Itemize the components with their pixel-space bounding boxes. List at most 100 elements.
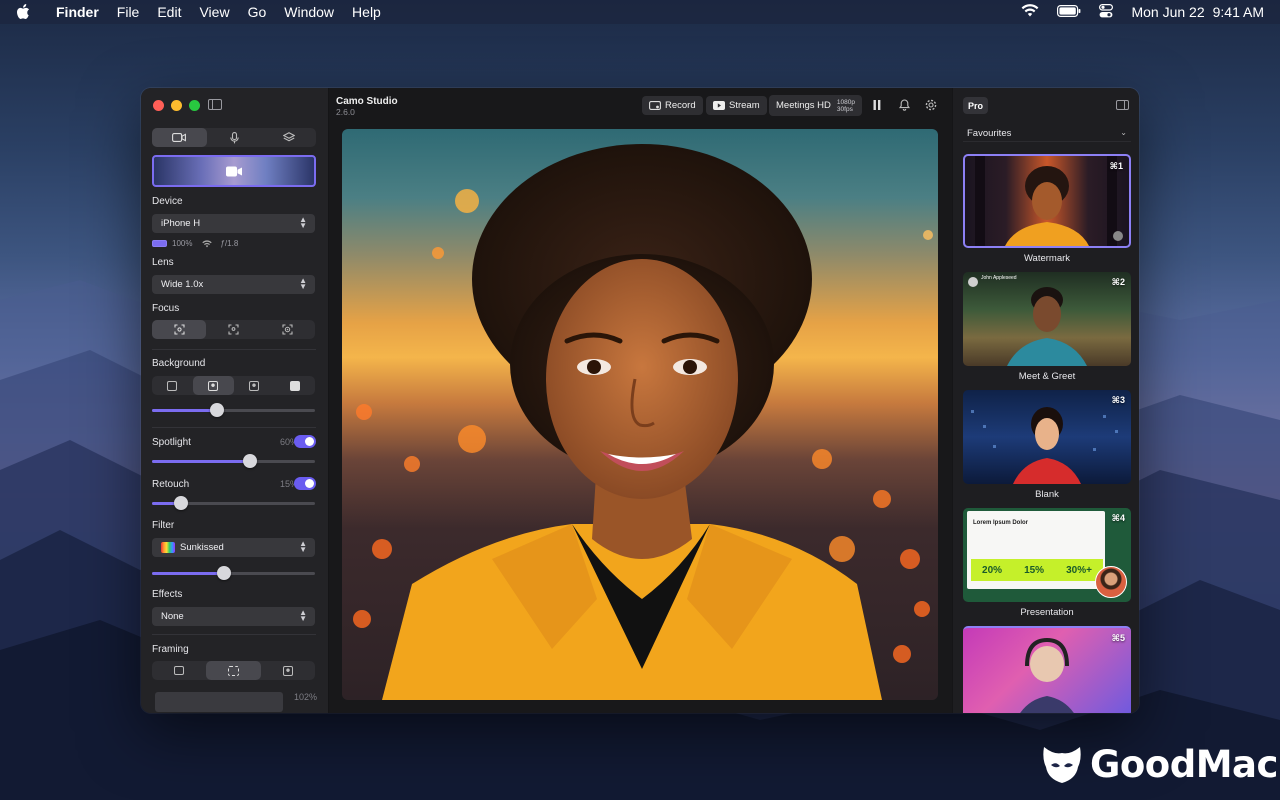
camera-preview-thumb[interactable]: [152, 155, 316, 187]
layers-icon: [282, 132, 295, 142]
bell-icon[interactable]: [897, 98, 911, 112]
meetings-label: Meetings HD: [776, 100, 831, 111]
focus-face-button[interactable]: [206, 320, 260, 339]
minimize-button[interactable]: [171, 100, 182, 111]
format-info: 1080p 30fps: [837, 99, 855, 113]
spotlight-toggle[interactable]: [294, 435, 316, 448]
framing-label: Framing: [152, 644, 189, 655]
menu-edit[interactable]: Edit: [157, 4, 181, 20]
scene-name: Watermark: [1023, 253, 1071, 264]
microphone-icon: [229, 131, 239, 143]
menu-go[interactable]: Go: [248, 4, 267, 20]
apple-icon[interactable]: [16, 4, 34, 20]
scene-card-5[interactable]: ⌘5: [963, 626, 1131, 713]
updown-chevron-icon: ▲ ▼: [299, 608, 307, 623]
menu-help[interactable]: Help: [352, 4, 381, 20]
meetings-preset-button[interactable]: Meetings HD 1080p 30fps: [769, 95, 862, 116]
presenter-avatar: [1095, 566, 1127, 598]
scene-card-meet-greet[interactable]: John Appleseed ⌘2 Meet & Greet: [963, 272, 1131, 382]
scene-thumbnail: ⌘1: [963, 154, 1131, 248]
wifi-icon[interactable]: [1021, 4, 1039, 20]
filter-intensity-slider[interactable]: [152, 566, 315, 580]
background-hide-button[interactable]: [274, 376, 315, 395]
slide-stat-1: 20%: [982, 564, 1003, 576]
scenes-panel: Pro Favourites ⌄ ⌘1 Watermark John Apple…: [952, 88, 1139, 713]
zoom-pct: 102%: [293, 692, 317, 702]
framing-center-icon: [227, 665, 239, 676]
menu-finder[interactable]: Finder: [56, 4, 99, 20]
framing-track-icon: [174, 666, 185, 675]
panel-toggle-icon[interactable]: [1116, 100, 1129, 110]
menu-view[interactable]: View: [199, 4, 229, 20]
tab-video[interactable]: [152, 128, 207, 147]
wifi-small-icon: [202, 239, 213, 247]
framing-person-button[interactable]: [261, 661, 315, 680]
focus-label: Focus: [152, 303, 180, 314]
effects-select-value: None: [161, 611, 184, 622]
person-replace-icon: [248, 380, 259, 391]
control-center-icon[interactable]: [1099, 3, 1114, 21]
slide-preview: Lorem Ipsum Dolor 20% 15% 30%+: [967, 511, 1105, 589]
framing-track-button[interactable]: [152, 661, 206, 680]
device-status: 100% ƒ/1.8: [152, 239, 238, 248]
goodmac-watermark: GoodMac: [1040, 743, 1278, 786]
device-select[interactable]: iPhone H ▲ ▼: [152, 214, 315, 233]
pro-badge[interactable]: Pro: [963, 97, 989, 114]
favourites-select[interactable]: Favourites ⌄: [963, 125, 1131, 142]
scene-shortcut: ⌘4: [1111, 513, 1125, 523]
scene-shortcut: ⌘5: [1111, 633, 1125, 643]
chevron-down-icon: ⌄: [1120, 128, 1127, 137]
fps-label: 30fps: [836, 105, 853, 113]
scene-card-presentation[interactable]: Lorem Ipsum Dolor 20% 15% 30%+ ⌘4 Presen…: [963, 508, 1131, 618]
section-divider: [152, 427, 316, 428]
spotlight-label: Spotlight: [152, 437, 191, 448]
video-icon: [172, 133, 187, 142]
effects-select[interactable]: None ▲ ▼: [152, 607, 315, 626]
framing-person-icon: [282, 665, 293, 676]
lens-select[interactable]: Wide 1.0x ▲ ▼: [152, 275, 315, 294]
app-version: 2.6.0: [336, 107, 355, 117]
sidebar-toggle-icon[interactable]: [208, 99, 222, 110]
background-none-button[interactable]: [152, 376, 193, 395]
person-icon: [167, 380, 178, 391]
focus-manual-button[interactable]: [261, 320, 315, 339]
scene-person-illustration: [971, 407, 1118, 484]
background-replace-button[interactable]: [234, 376, 275, 395]
zoom-button[interactable]: [189, 100, 200, 111]
menubar-date[interactable]: Mon Jun 22: [1131, 4, 1204, 20]
scene-thumbnail: ⌘3: [963, 390, 1131, 484]
goodmac-text: GoodMac: [1090, 743, 1278, 786]
menu-window[interactable]: Window: [284, 4, 334, 20]
scene-person-illustration: [968, 277, 1087, 366]
updown-chevron-icon: ▲ ▼: [299, 276, 307, 291]
scene-shortcut: ⌘1: [1109, 161, 1123, 171]
menu-file[interactable]: File: [117, 4, 140, 20]
retouch-label: Retouch: [152, 479, 190, 490]
menubar-time[interactable]: 9:41 AM: [1213, 4, 1264, 20]
tab-layers[interactable]: [261, 128, 316, 147]
framing-center-button[interactable]: [206, 661, 261, 680]
record-button[interactable]: Record: [642, 96, 703, 115]
lens-select-value: Wide 1.0x: [161, 279, 204, 290]
background-blur-button[interactable]: [192, 376, 234, 395]
retouch-slider[interactable]: [152, 496, 315, 510]
source-tabs: [152, 128, 316, 147]
background-blur-slider[interactable]: [152, 403, 315, 417]
scene-thumbnail: Lorem Ipsum Dolor 20% 15% 30%+ ⌘4: [963, 508, 1131, 602]
person-fill-icon: [289, 380, 300, 391]
filter-select[interactable]: Sunkissed ▲ ▼: [152, 538, 315, 557]
pause-icon[interactable]: [870, 98, 884, 112]
record-label: Record: [665, 100, 696, 111]
scene-card-watermark[interactable]: ⌘1 Watermark: [963, 154, 1131, 264]
camera-video-feed: [342, 129, 938, 700]
scene-card-blank[interactable]: ⌘3 Blank: [963, 390, 1131, 500]
battery-icon[interactable]: [1057, 4, 1081, 20]
close-button[interactable]: [153, 100, 164, 111]
background-segmented: [152, 376, 315, 395]
focus-auto-button[interactable]: [152, 320, 207, 339]
gear-icon[interactable]: [924, 98, 938, 112]
stream-button[interactable]: Stream: [706, 96, 767, 115]
retouch-toggle[interactable]: [294, 477, 316, 490]
spotlight-slider[interactable]: [152, 454, 315, 468]
tab-audio[interactable]: [207, 128, 262, 147]
